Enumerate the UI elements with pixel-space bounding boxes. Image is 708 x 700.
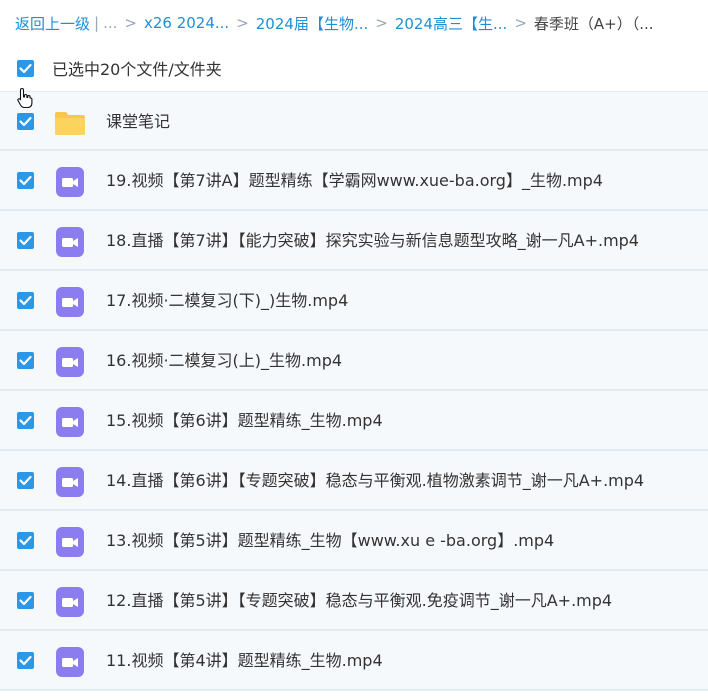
file-row-video[interactable]: 15.视频【第6讲】题型精练_生物.mp4 <box>0 391 708 451</box>
row-checkbox[interactable] <box>17 292 34 309</box>
row-checkbox[interactable] <box>17 352 34 369</box>
checkbox-checked-icon <box>19 415 32 426</box>
back-link[interactable]: 返回上一级 <box>15 13 90 34</box>
file-name[interactable]: 18.直播【第7讲】【能力突破】探究实验与新信息题型攻略_谢一凡A+.mp4 <box>106 211 639 271</box>
select-all-checkbox[interactable] <box>17 59 34 77</box>
breadcrumb-separator: > <box>375 14 388 32</box>
video-file-icon <box>56 167 84 197</box>
row-checkbox[interactable] <box>17 172 34 189</box>
file-row-video[interactable]: 14.直播【第6讲】【专题突破】稳态与平衡观.植物激素调节_谢一凡A+.mp4 <box>0 451 708 511</box>
file-name[interactable]: 17.视频·二模复习(下)_)生物.mp4 <box>106 271 348 331</box>
file-browser: 返回上一级 | ... > x26 2024... > 2024届【生物... … <box>0 0 708 700</box>
video-file-icon <box>56 467 84 497</box>
file-name[interactable]: 课堂笔记 <box>106 92 170 152</box>
selection-count: 已选中20个文件/文件夹 <box>52 60 222 79</box>
row-checkbox[interactable] <box>17 532 34 549</box>
breadcrumb-separator: > <box>236 14 249 32</box>
checkbox-checked-icon <box>19 175 32 186</box>
file-row-folder[interactable]: 课堂笔记 <box>0 91 708 151</box>
file-name[interactable]: 16.视频·二模复习(上)_生物.mp4 <box>106 331 342 391</box>
file-list: 课堂笔记 19.视频【第7讲A】题型精练【学霸网www.xue-ba.org】_… <box>0 91 708 691</box>
breadcrumb: 返回上一级 | ... > x26 2024... > 2024届【生物... … <box>0 0 708 46</box>
checkbox-checked-icon <box>19 535 32 546</box>
file-row-video[interactable]: 12.直播【第5讲】【专题突破】稳态与平衡观.免疫调节_谢一凡A+.mp4 <box>0 571 708 631</box>
row-checkbox[interactable] <box>17 412 34 429</box>
checkbox-checked-icon <box>19 655 32 666</box>
checkbox-checked-icon <box>19 595 32 606</box>
breadcrumb-item-2[interactable]: 2024届【生物... <box>256 13 368 34</box>
file-name[interactable]: 15.视频【第6讲】题型精练_生物.mp4 <box>106 391 383 451</box>
hand-pointer-icon <box>17 87 33 109</box>
file-row-video[interactable]: 17.视频·二模复习(下)_)生物.mp4 <box>0 271 708 331</box>
file-row-video[interactable]: 13.视频【第5讲】题型精练_生物【www.xu e -ba.org】.mp4 <box>0 511 708 571</box>
row-checkbox[interactable] <box>17 652 34 669</box>
file-row-video[interactable]: 16.视频·二模复习(上)_生物.mp4 <box>0 331 708 391</box>
breadcrumb-separator: > <box>124 14 137 32</box>
file-row-video[interactable]: 19.视频【第7讲A】题型精练【学霸网www.xue-ba.org】_生物.mp… <box>0 151 708 211</box>
file-name[interactable]: 11.视频【第4讲】题型精练_生物.mp4 <box>106 631 383 691</box>
row-checkbox[interactable] <box>17 592 34 609</box>
checkbox-checked-icon <box>19 295 32 306</box>
video-file-icon <box>56 407 84 437</box>
video-file-icon <box>56 647 84 677</box>
video-file-icon <box>56 347 84 377</box>
breadcrumb-ellipsis[interactable]: ... <box>103 14 117 32</box>
checkbox-checked-icon <box>19 63 32 73</box>
breadcrumb-item-3[interactable]: 2024高三【生... <box>395 13 507 34</box>
row-checkbox[interactable] <box>17 472 34 489</box>
folder-icon <box>55 112 85 135</box>
breadcrumb-separator: > <box>514 14 527 32</box>
file-name[interactable]: 13.视频【第5讲】题型精练_生物【www.xu e -ba.org】.mp4 <box>106 511 554 571</box>
video-file-icon <box>56 587 84 617</box>
breadcrumb-item-1[interactable]: x26 2024... <box>144 14 229 32</box>
file-row-video[interactable]: 18.直播【第7讲】【能力突破】探究实验与新信息题型攻略_谢一凡A+.mp4 <box>0 211 708 271</box>
selection-bar: 已选中20个文件/文件夹 <box>0 46 708 90</box>
file-row-video[interactable]: 11.视频【第4讲】题型精练_生物.mp4 <box>0 631 708 691</box>
video-file-icon <box>56 527 84 557</box>
checkbox-checked-icon <box>19 235 32 246</box>
file-name[interactable]: 12.直播【第5讲】【专题突破】稳态与平衡观.免疫调节_谢一凡A+.mp4 <box>106 571 612 631</box>
breadcrumb-current: 春季班（A+）（... <box>533 14 654 33</box>
video-file-icon <box>56 227 84 257</box>
row-checkbox[interactable] <box>17 113 34 130</box>
breadcrumb-divider: | <box>94 14 100 32</box>
file-name[interactable]: 19.视频【第7讲A】题型精练【学霸网www.xue-ba.org】_生物.mp… <box>106 151 603 211</box>
checkbox-checked-icon <box>19 116 32 127</box>
file-name[interactable]: 14.直播【第6讲】【专题突破】稳态与平衡观.植物激素调节_谢一凡A+.mp4 <box>106 451 644 511</box>
row-checkbox[interactable] <box>17 232 34 249</box>
video-file-icon <box>56 287 84 317</box>
checkbox-checked-icon <box>19 475 32 486</box>
checkbox-checked-icon <box>19 355 32 366</box>
